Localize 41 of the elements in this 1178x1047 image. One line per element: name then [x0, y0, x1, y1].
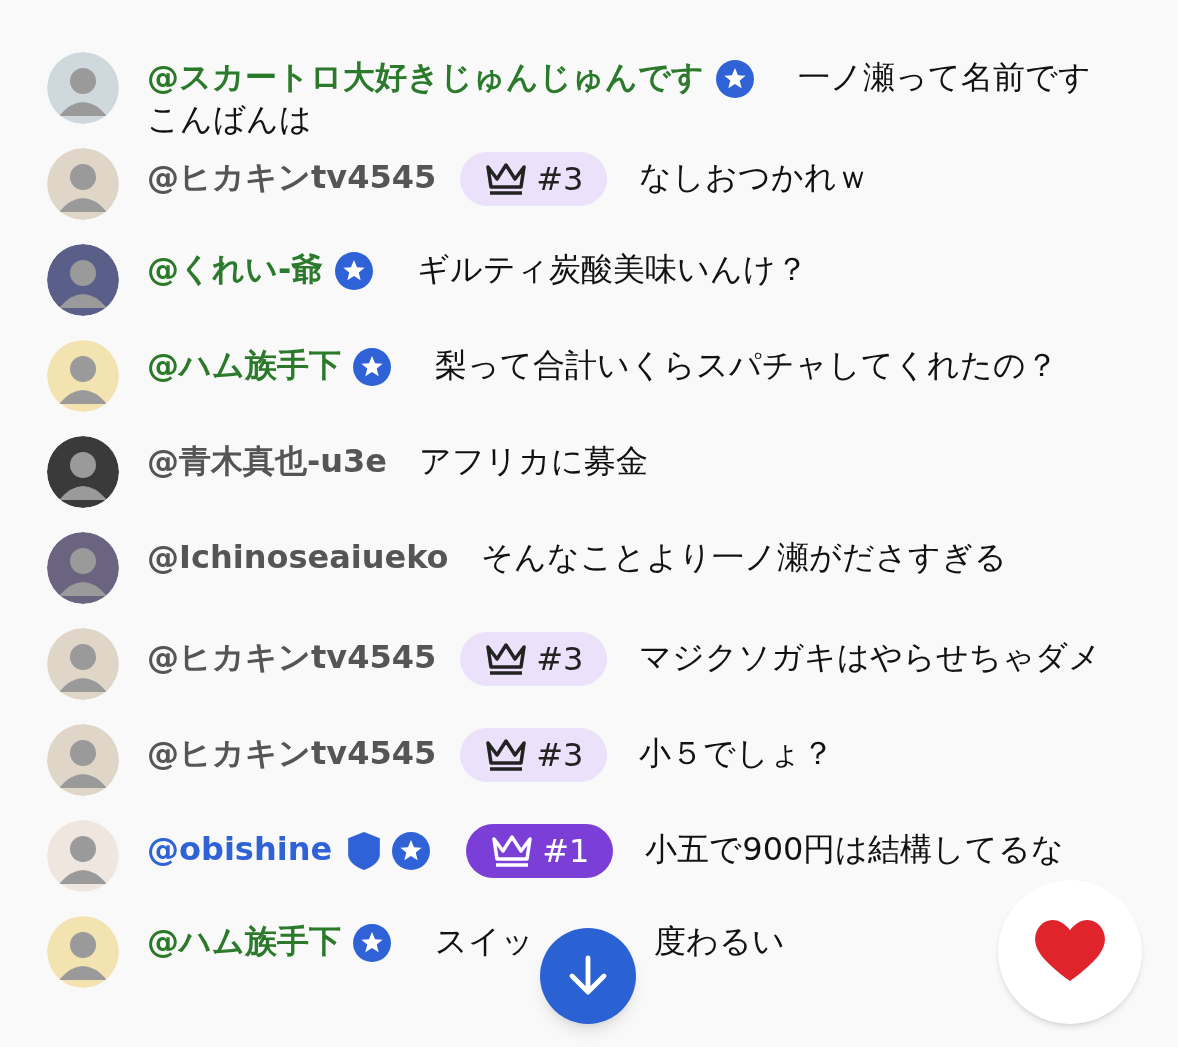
crown-icon — [484, 161, 529, 197]
avatar — [47, 52, 119, 124]
author-name[interactable]: @ヒカキンtv4545 — [147, 158, 437, 196]
message-text: ギルティ炭酸美味いんけ？ — [417, 250, 809, 288]
author-name[interactable]: @くれい-爺 — [147, 250, 324, 288]
author-name[interactable]: @ヒカキンtv4545 — [147, 638, 437, 676]
message-text: なしおつかれｗ — [639, 158, 870, 196]
avatar — [47, 148, 119, 220]
message-text: 小５でしょ？ — [639, 734, 835, 772]
author-name[interactable]: @スカートロ大好きじゅんじゅんです — [147, 58, 704, 96]
avatar — [47, 532, 119, 604]
message-text: こんばんは — [147, 99, 312, 140]
message-text: 梨って合計いくらスパチャしてくれたの？ — [435, 346, 1058, 384]
author-name[interactable]: @ハム族手下 — [147, 922, 341, 960]
author-name[interactable]: @obishine — [147, 830, 333, 868]
message-text: マジクソガキはやらせちゃダメ — [639, 638, 1102, 676]
avatar — [47, 340, 119, 412]
crown-icon — [484, 641, 529, 677]
crown-icon — [484, 737, 529, 773]
message-text: 度わるい — [654, 922, 785, 960]
message-text: そんなことより一ノ瀬がださすぎる — [480, 538, 1007, 576]
avatar — [47, 628, 119, 700]
rank-label: #3 — [536, 163, 584, 195]
rank-label: #1 — [542, 835, 590, 867]
message-text: スイッ — [435, 922, 534, 960]
message-text: アフリカに募金 — [419, 442, 649, 480]
avatar — [47, 916, 119, 988]
avatar — [47, 820, 119, 892]
author-name[interactable]: @青木真也-u3e — [147, 442, 388, 480]
avatar — [47, 244, 119, 316]
rank-label: #3 — [536, 739, 584, 771]
message-text: 小五で900円は結構してるな — [645, 830, 1065, 868]
author-name[interactable]: @Ichinoseaiueko — [147, 538, 449, 576]
author-name[interactable]: @ハム族手下 — [147, 346, 341, 384]
avatar — [47, 724, 119, 796]
rank-label: #3 — [536, 643, 584, 675]
heart-icon — [1035, 920, 1105, 984]
crown-icon — [490, 833, 535, 869]
message-text: 一ノ瀬って名前です — [798, 58, 1091, 96]
author-name[interactable]: @ヒカキンtv4545 — [147, 734, 437, 772]
avatar — [47, 436, 119, 508]
